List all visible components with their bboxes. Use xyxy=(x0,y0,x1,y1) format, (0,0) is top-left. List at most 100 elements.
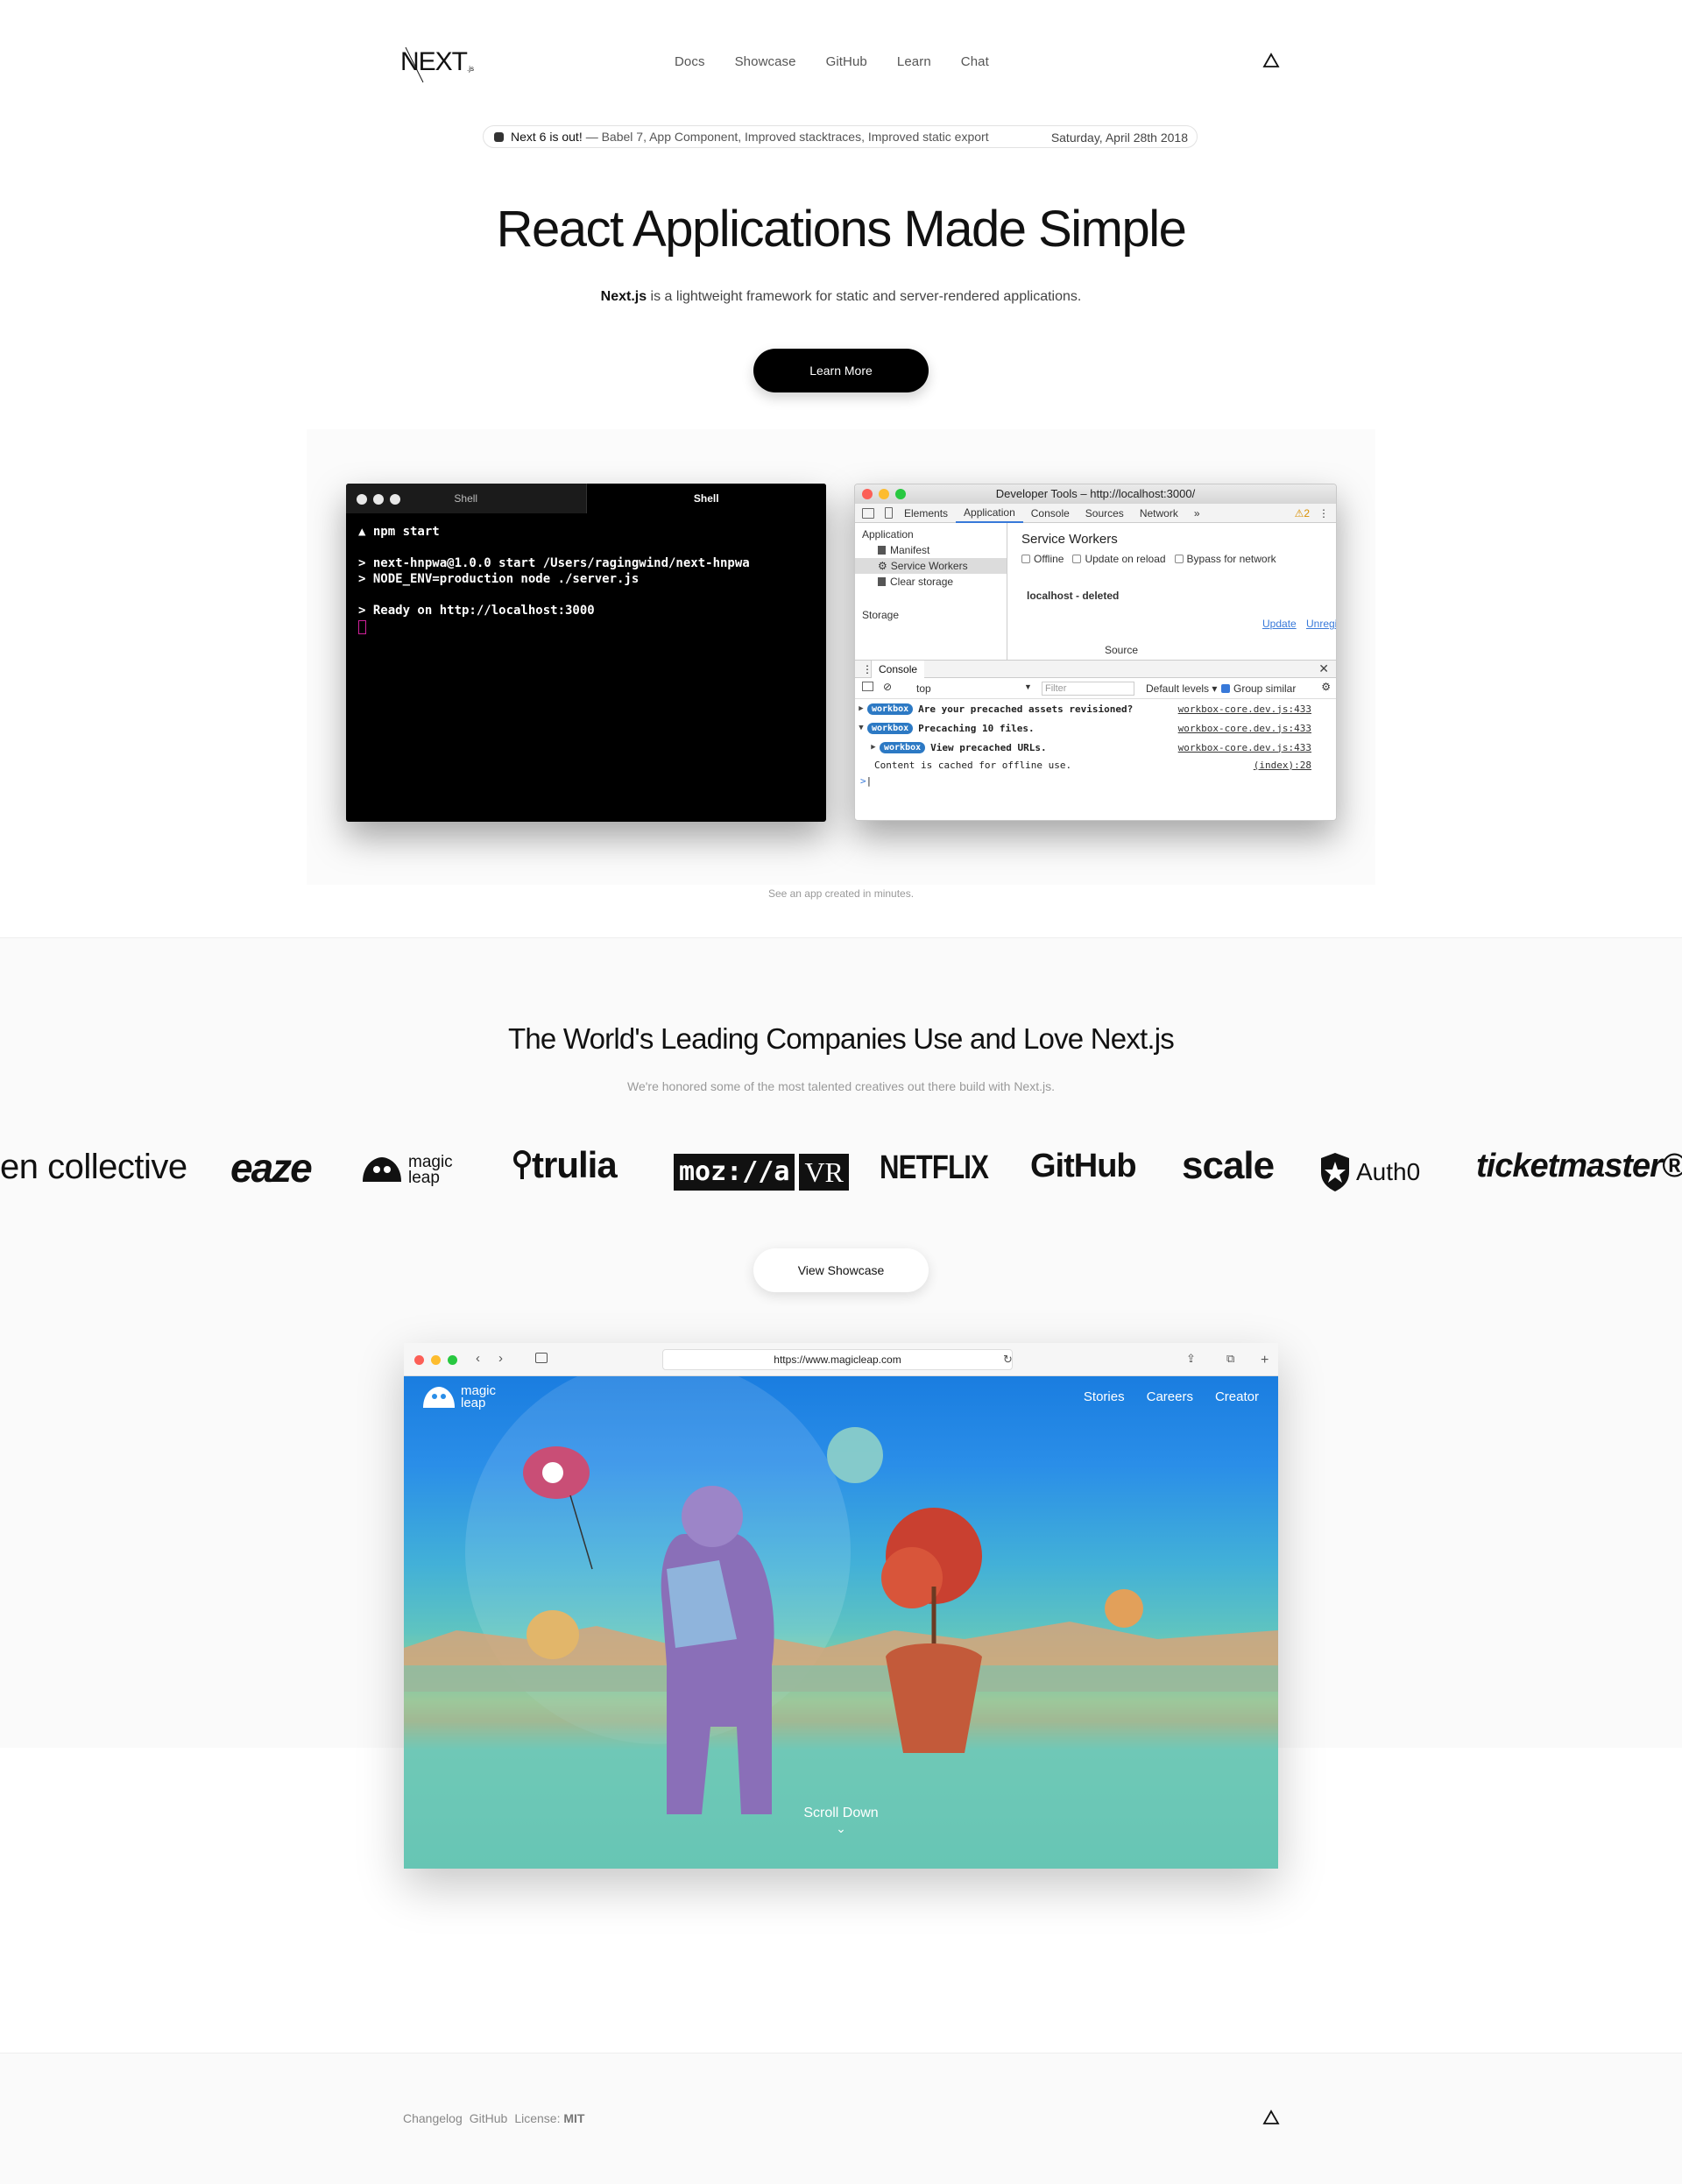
device-toggle-icon[interactable] xyxy=(885,507,893,519)
sidebar-item-clear-storage[interactable]: Clear storage xyxy=(855,574,1007,590)
tab-application[interactable]: Application xyxy=(956,504,1023,523)
footer-changelog-link[interactable]: Changelog xyxy=(403,2111,463,2125)
console-drawer-bar: ⋮ Console ✕ xyxy=(855,660,1336,678)
tab-console[interactable]: Console xyxy=(1023,504,1078,523)
footer-triangle-icon[interactable] xyxy=(1262,2110,1280,2125)
more-tabs-icon[interactable]: » xyxy=(1186,504,1208,523)
hero-subtitle-strong: Next.js xyxy=(600,289,647,304)
magic-leap-site-wordmark: magic leap xyxy=(461,1383,497,1410)
logo-mozilla-vr[interactable]: moz://a VR xyxy=(674,1154,849,1191)
collapse-arrow-icon[interactable]: ▼ xyxy=(855,724,867,732)
terminal-tab-active[interactable]: Shell xyxy=(585,484,826,513)
site-nav-creator[interactable]: Creator xyxy=(1215,1389,1259,1404)
tab-sources[interactable]: Sources xyxy=(1078,504,1132,523)
logo-scale[interactable]: scale xyxy=(1182,1144,1275,1188)
nav-learn[interactable]: Learn xyxy=(897,54,931,69)
logo-magic-leap[interactable]: magic leap xyxy=(361,1154,464,1186)
unregister-link[interactable]: Unregiste xyxy=(1306,618,1336,630)
sidebar-section-application: Application xyxy=(862,528,914,541)
close-icon[interactable]: ✕ xyxy=(1318,661,1329,676)
announcement-pill[interactable]: Next 6 is out! — Babel 7, App Component,… xyxy=(483,125,1198,148)
log-source-link[interactable]: workbox-core.dev.js:433 xyxy=(1178,703,1311,715)
tab-network[interactable]: Network xyxy=(1132,504,1186,523)
nav-chat[interactable]: Chat xyxy=(961,54,989,69)
terminal-cursor xyxy=(358,620,366,634)
share-icon[interactable]: ⇪ xyxy=(1186,1352,1196,1366)
browser-window-controls[interactable] xyxy=(414,1355,457,1365)
update-link[interactable]: Update xyxy=(1262,618,1297,630)
log-entry[interactable]: ▼ workbox Precaching 10 files. workbox-core… xyxy=(855,718,1336,738)
hero-artwork xyxy=(404,1376,1278,1869)
sidebar-icon[interactable] xyxy=(535,1353,548,1363)
update-on-reload-checkbox[interactable]: Update on reload xyxy=(1072,553,1166,565)
logo-netflix[interactable]: NETFLIX xyxy=(880,1149,989,1187)
logo-open-collective[interactable]: en collective xyxy=(0,1148,187,1187)
log-source-link[interactable]: workbox-core.dev.js:433 xyxy=(1178,742,1311,753)
site-nav-stories[interactable]: Stories xyxy=(1084,1389,1125,1404)
logo-eaze[interactable]: eaze xyxy=(230,1144,313,1191)
warning-count[interactable]: ⚠2 xyxy=(1295,507,1310,519)
svg-text:.js: .js xyxy=(467,65,474,73)
magic-leap-site-icon xyxy=(423,1387,455,1408)
sidebar-item-label: Manifest xyxy=(890,544,930,556)
inspect-icon[interactable] xyxy=(862,507,874,519)
nav-docs[interactable]: Docs xyxy=(675,54,705,69)
log-entry[interactable]: Content is cached for offline use. (index… xyxy=(855,757,1336,773)
nextjs-logo[interactable]: NEXT .js xyxy=(400,42,479,86)
expand-arrow-icon[interactable]: ▶ xyxy=(867,743,880,752)
forward-icon[interactable]: › xyxy=(498,1352,503,1366)
settings-gear-icon[interactable]: ⚙ xyxy=(1321,681,1331,693)
log-entry[interactable]: ▶ workbox View precached URLs. workbox-core… xyxy=(855,738,1336,757)
footer-license[interactable]: License: MIT xyxy=(514,2111,584,2125)
sw-options: Offline Update on reload Bypass for netw… xyxy=(1021,553,1336,565)
sidebar-item-manifest[interactable]: Manifest xyxy=(855,542,1007,558)
clear-console-icon[interactable]: ⊘ xyxy=(883,681,892,693)
new-tab-icon[interactable]: + xyxy=(1261,1354,1269,1368)
site-nav-careers[interactable]: Careers xyxy=(1147,1389,1193,1404)
logo-ticketmaster[interactable]: ticketmaster® xyxy=(1476,1148,1682,1185)
gear-icon: ⚙ xyxy=(878,560,887,572)
devtools-window-controls[interactable] xyxy=(862,489,906,499)
view-showcase-button[interactable]: View Showcase xyxy=(753,1248,929,1292)
context-select[interactable]: top xyxy=(916,682,1032,695)
triangle-icon[interactable] xyxy=(1262,53,1280,68)
magic-leap-site-logo[interactable]: magic leap xyxy=(421,1383,506,1410)
tab-elements[interactable]: Elements xyxy=(896,504,956,523)
expand-arrow-icon[interactable]: ▶ xyxy=(855,704,867,713)
kebab-menu-icon[interactable]: ⋮ xyxy=(1318,507,1329,519)
nav-showcase[interactable]: Showcase xyxy=(735,54,796,69)
bypass-network-checkbox[interactable]: Bypass for network xyxy=(1174,553,1276,565)
logo-auth0[interactable]: Auth0 xyxy=(1318,1151,1420,1193)
logo-github[interactable]: GitHub xyxy=(1030,1148,1137,1185)
terminal-line: > NODE_ENV=production node ./server.js xyxy=(358,572,640,586)
auth0-shield-icon xyxy=(1321,1153,1349,1191)
console-prompt[interactable]: > | xyxy=(855,773,1336,788)
sidebar-item-service-workers[interactable]: ⚙ Service Workers xyxy=(855,558,1007,574)
mozilla-wordmark: moz://a xyxy=(674,1154,795,1191)
nav-github[interactable]: GitHub xyxy=(826,54,867,69)
reload-icon[interactable]: ↻ xyxy=(1003,1353,1013,1367)
main-nav: Docs Showcase GitHub Learn Chat xyxy=(675,54,1019,69)
magic-leap-website: magic leap Stories Careers Creator Scrol… xyxy=(404,1376,1278,1869)
offline-checkbox[interactable]: Offline xyxy=(1021,553,1064,565)
console-filter-input[interactable]: Filter xyxy=(1042,682,1134,696)
terminal-line: ▲ npm start xyxy=(358,525,440,539)
terminal-titlebar: Shell Shell xyxy=(346,484,826,513)
footer-github-link[interactable]: GitHub xyxy=(470,2111,508,2125)
back-icon[interactable]: ‹ xyxy=(476,1352,480,1366)
announcement-headline: Next 6 is out! xyxy=(511,130,583,144)
log-source-link[interactable]: (index):28 xyxy=(1254,760,1311,771)
log-entry[interactable]: ▶ workbox Are your precached assets revisi… xyxy=(855,699,1336,718)
log-source-link[interactable]: workbox-core.dev.js:433 xyxy=(1178,723,1311,734)
log-levels-select[interactable]: Default levels ▾ xyxy=(1146,682,1217,695)
learn-more-button[interactable]: Learn More xyxy=(753,349,929,392)
sidebar-toggle-icon[interactable] xyxy=(862,682,873,691)
scroll-down-cta[interactable]: Scroll Down ⌄ xyxy=(404,1806,1278,1836)
drawer-menu-icon[interactable]: ⋮ xyxy=(862,663,873,675)
group-similar-checkbox[interactable]: Group similar xyxy=(1221,682,1296,695)
tabs-icon[interactable]: ⧉ xyxy=(1226,1352,1234,1366)
logo-trulia[interactable]: trulia xyxy=(512,1144,618,1186)
sw-host: localhost - deleted xyxy=(1027,590,1120,602)
address-bar[interactable]: https://www.magicleap.com xyxy=(662,1349,1013,1370)
console-drawer-tab[interactable]: Console xyxy=(871,660,925,678)
